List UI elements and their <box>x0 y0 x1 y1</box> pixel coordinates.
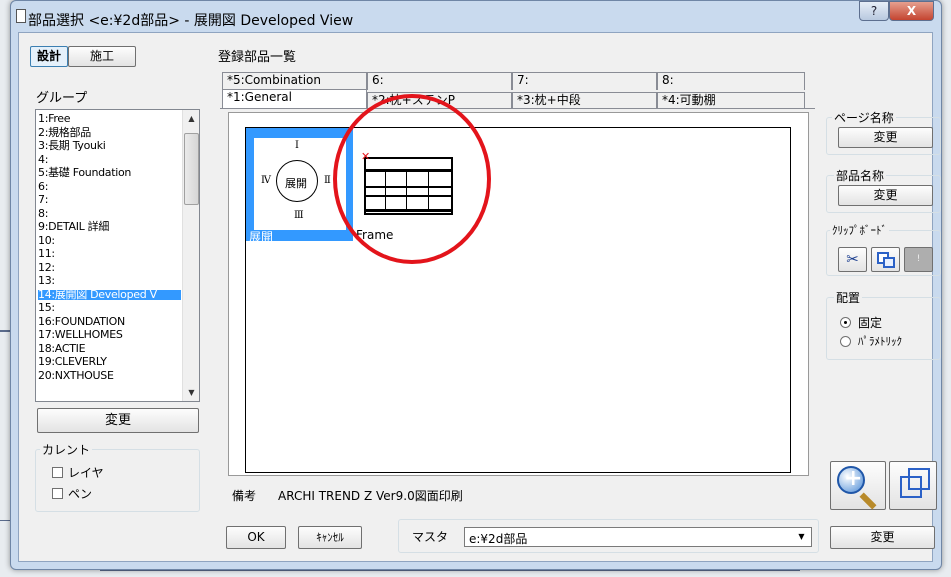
pen-label: ペン <box>68 487 93 501</box>
group-label: グループ <box>36 91 88 106</box>
group-list-item[interactable]: 14:展開図 Developed V <box>38 289 181 300</box>
pen-checkbox[interactable] <box>52 488 63 499</box>
cancel-button[interactable]: ｷｬﾝｾﾙ <box>298 526 362 549</box>
current-label: カレント <box>40 441 93 458</box>
group-list-item[interactable]: 4: <box>38 154 181 166</box>
symbol-bottom-letter: Ⅲ <box>294 210 304 221</box>
current-groupbox <box>35 449 200 512</box>
copy-icon[interactable] <box>871 247 900 272</box>
construction-tab[interactable]: 施工 <box>68 46 136 67</box>
group-list-item[interactable]: 8: <box>38 208 181 220</box>
group-change-button[interactable]: 変更 <box>37 408 199 433</box>
parametric-label: ﾊﾟﾗﾒﾄﾘｯｸ <box>858 335 902 348</box>
tab-row1-3[interactable]: *4:可動棚 <box>657 92 805 109</box>
tab-row2-0[interactable]: *5:Combination <box>222 72 367 90</box>
part-cell[interactable] <box>354 357 464 473</box>
design-tab[interactable]: 設計 <box>30 46 68 67</box>
group-list-item[interactable]: 12: <box>38 262 181 274</box>
copy-front <box>883 257 895 268</box>
annotation-circle <box>333 94 491 264</box>
tab-row1-2[interactable]: *3:枕+中段 <box>512 92 657 109</box>
group-list-item[interactable]: 1:Free <box>38 113 181 125</box>
part-label-developed: 展開 <box>249 230 274 244</box>
layer-checkbox[interactable] <box>52 467 63 478</box>
group-list-item[interactable]: 16:FOUNDATION <box>38 316 181 328</box>
part-cell[interactable] <box>463 357 573 473</box>
group-list-item[interactable]: 9:DETAIL 詳細 <box>38 221 181 233</box>
group-listbox[interactable]: 1:Free 2:規格部品 3:長期 Tyouki 4: 5:基礎 Foundation… <box>35 109 200 402</box>
group-list-item[interactable]: 5:基礎 Foundation <box>38 167 181 179</box>
part-name-change-button[interactable]: 変更 <box>838 185 933 206</box>
group-list-item[interactable]: 7: <box>38 194 181 206</box>
part-cell[interactable] <box>681 127 791 243</box>
tab-row1-0[interactable]: *1:General <box>222 89 367 109</box>
fixed-label: 固定 <box>858 316 883 330</box>
background-line <box>100 570 800 571</box>
master-value: e:¥2d部品 <box>469 532 528 546</box>
remarks-label: 備考 <box>232 489 257 503</box>
parametric-radio[interactable] <box>840 336 851 347</box>
part-cell[interactable] <box>245 357 355 473</box>
group-list-item[interactable]: 6: <box>38 181 181 193</box>
tab-row2-2[interactable]: 7: <box>512 72 657 90</box>
group-list-item[interactable]: 11: <box>38 248 181 260</box>
group-list-item[interactable]: 2:規格部品 <box>38 127 181 139</box>
symbol-top-letter: Ⅰ <box>295 140 299 151</box>
group-list-item[interactable]: 20:NXTHOUSE <box>38 370 181 382</box>
paste-icon[interactable]: ! <box>904 247 933 272</box>
part-name-label: 部品名称 <box>834 167 887 184</box>
tab-panel-top-border <box>220 108 815 109</box>
part-cell[interactable] <box>572 127 682 243</box>
part-cell[interactable] <box>245 242 355 358</box>
cut-icon[interactable]: ✂ <box>838 247 867 272</box>
cube-back <box>908 468 930 490</box>
tab-row2-3[interactable]: 8: <box>657 72 805 90</box>
part-cell[interactable] <box>463 242 573 358</box>
magnifier-handle <box>859 492 877 510</box>
close-button[interactable]: X <box>889 1 934 21</box>
group-list-item[interactable]: 19:CLEVERLY <box>38 356 181 368</box>
master-label: マスタ <box>412 530 449 544</box>
group-list-item[interactable]: 10: <box>38 235 181 247</box>
scroll-down-arrow-icon[interactable]: ▼ <box>183 384 200 401</box>
radio-dot <box>844 321 847 324</box>
group-list-item[interactable]: 18:ACTIE <box>38 343 181 355</box>
part-cell[interactable] <box>572 357 682 473</box>
clipboard-label: ｸﾘｯﾌﾟﾎﾞｰﾄﾞ <box>830 222 889 238</box>
symbol-right-letter: Ⅱ <box>324 175 331 186</box>
page-name-change-button[interactable]: 変更 <box>838 127 933 148</box>
zoom-button[interactable]: + <box>830 461 886 510</box>
app-icon <box>16 9 26 23</box>
tab-row2-1[interactable]: 6: <box>367 72 512 90</box>
part-cell[interactable] <box>681 242 791 358</box>
page-name-label: ページ名称 <box>832 109 896 126</box>
window-title: 部品選択 <e:¥2d部品> - 展開図 Developed View <box>28 13 354 29</box>
master-change-button[interactable]: 変更 <box>830 526 935 549</box>
registered-parts-label: 登録部品一覧 <box>218 50 297 65</box>
scroll-up-arrow-icon[interactable]: ▲ <box>183 110 200 127</box>
chevron-down-icon[interactable]: ▼ <box>793 529 810 545</box>
symbol-left-letter: Ⅳ <box>261 175 271 186</box>
part-cell[interactable] <box>681 357 791 473</box>
group-scrollbar[interactable]: ▲ ▼ <box>182 110 199 401</box>
3d-view-button[interactable] <box>889 461 937 510</box>
placement-groupbox <box>826 297 941 360</box>
placement-label: 配置 <box>834 289 863 306</box>
part-cell[interactable] <box>572 242 682 358</box>
layer-label: レイヤ <box>68 466 104 480</box>
scroll-thumb[interactable] <box>184 133 199 205</box>
group-list-item[interactable]: 13: <box>38 275 181 287</box>
help-button[interactable]: ? <box>859 1 889 21</box>
fixed-radio[interactable] <box>840 317 851 328</box>
group-list-item[interactable]: 3:長期 Tyouki <box>38 140 181 152</box>
remarks-value: ARCHI TREND Z Ver9.0図面印刷 <box>278 489 463 503</box>
group-list-item[interactable]: 17:WELLHOMES <box>38 329 181 341</box>
master-select[interactable]: e:¥2d部品 ▼ <box>464 527 812 547</box>
ok-button[interactable]: OK <box>226 526 286 549</box>
plus-icon: + <box>844 466 863 491</box>
group-list-item[interactable]: 15: <box>38 302 181 314</box>
symbol-center-text: 展開 <box>285 177 307 190</box>
